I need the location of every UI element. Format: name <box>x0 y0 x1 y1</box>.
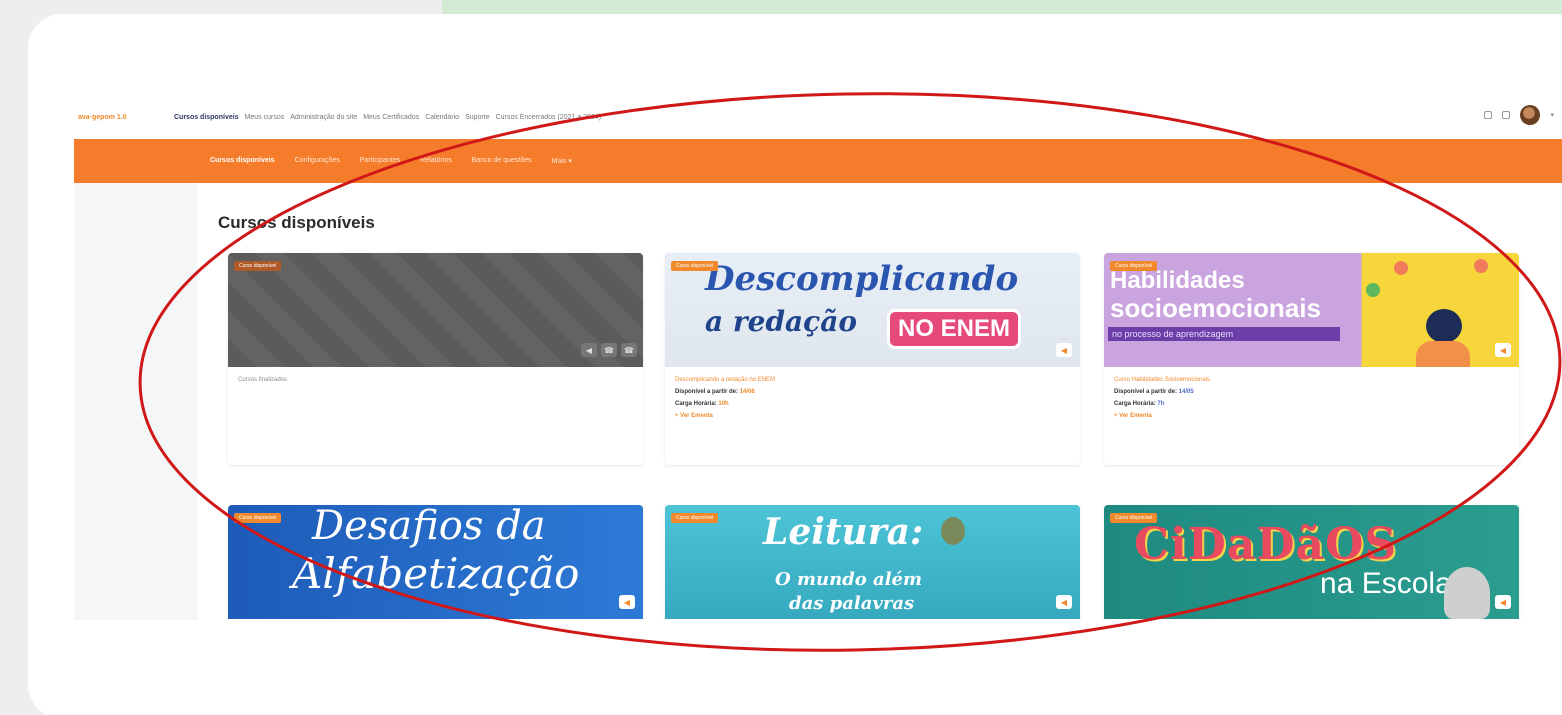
course-card[interactable]: Descomplicando a redação NO ENEM Curso d… <box>665 253 1080 465</box>
banner-title: CiDaDãOS <box>1134 519 1398 570</box>
secondary-navbar: Cursos disponíveis Configurações Partici… <box>74 139 1562 183</box>
course-name[interactable]: Curso Habilidades Socioemocionais <box>1114 377 1509 383</box>
nav-administracao[interactable]: Administração do site <box>290 114 357 121</box>
course-name[interactable]: Cursos finalizados <box>238 377 633 383</box>
tab-relatorios[interactable]: Relatórios <box>420 157 452 165</box>
banner-subtitle: na Escola <box>1320 567 1452 600</box>
availability: Disponível a partir de: 14/06 <box>675 389 1070 395</box>
speaker-icon: ◀ <box>1495 595 1511 609</box>
workload-value: 10h <box>718 401 729 407</box>
status-badge: Curso disponível <box>1110 513 1158 523</box>
nav-calendario[interactable]: Calendário <box>425 114 459 121</box>
ver-ementa-link[interactable]: + Ver Ementa <box>675 413 1070 419</box>
emoji-icon <box>1394 261 1408 275</box>
workload: Carga Horária: 10h <box>675 401 1070 407</box>
banner-tag: NO ENEM <box>887 309 1022 349</box>
banner-subtitle: O mundo além <box>775 569 923 590</box>
nav-suporte[interactable]: Suporte <box>465 114 490 121</box>
site-logo[interactable]: ava·gepom 1.0 <box>78 114 174 121</box>
top-navbar: ava·gepom 1.0 Cursos disponíveis Meus cu… <box>74 95 1562 139</box>
character-body <box>1416 341 1470 367</box>
speaker-icon: ◀ <box>619 595 635 609</box>
nav-cursos-disponiveis[interactable]: Cursos disponíveis <box>174 114 239 121</box>
course-card[interactable]: Curso disponível ◀ ☎ ☎ Cursos finalizado… <box>228 253 643 465</box>
user-area: ▾ <box>1484 105 1554 125</box>
lms-screenshot: ava·gepom 1.0 Cursos disponíveis Meus cu… <box>74 95 1562 620</box>
character-illustration <box>1444 567 1490 619</box>
banner-title: Habilidades <box>1110 267 1245 294</box>
course-card[interactable]: Leitura: O mundo além das palavras Curso… <box>665 505 1080 620</box>
status-badge: Curso disponível <box>671 261 719 271</box>
avatar[interactable] <box>1520 105 1541 125</box>
course-image[interactable]: Desafios da Alfabetização Curso disponív… <box>228 505 643 619</box>
course-name[interactable]: Descomplicando a redação no ENEM <box>675 377 1070 383</box>
course-card[interactable]: Desafios da Alfabetização Curso disponív… <box>228 505 643 620</box>
course-image[interactable]: Curso disponível ◀ ☎ ☎ <box>228 253 643 367</box>
course-image[interactable]: Descomplicando a redação NO ENEM Curso d… <box>665 253 1080 367</box>
banner-title: Desafios da <box>312 505 546 549</box>
ver-ementa-link[interactable]: + Ver Ementa <box>1114 413 1509 419</box>
course-image[interactable]: CiDaDãOS na Escola Curso disponível ◀ <box>1104 505 1519 619</box>
nav-meus-cursos[interactable]: Meus cursos <box>245 114 285 121</box>
nav-certificados[interactable]: Meus Certificados <box>363 114 419 121</box>
course-card[interactable]: Habilidades socioemocionais no processo … <box>1104 253 1519 465</box>
notification-icon[interactable] <box>1484 111 1493 119</box>
tab-configuracoes[interactable]: Configurações <box>295 157 340 165</box>
speaker-icon: ◀ <box>1495 343 1511 357</box>
speaker-icon: ◀ <box>581 343 597 357</box>
globe-icon <box>941 517 965 545</box>
status-badge: Curso disponível <box>234 513 282 523</box>
emoji-icon <box>1474 259 1488 273</box>
speaker-icon: ◀ <box>1056 595 1072 609</box>
tab-mais[interactable]: Mais ▾ <box>552 157 572 165</box>
nav-cursos-encerrados[interactable]: Cursos Encerrados (2021 a 2024) <box>496 114 601 121</box>
top-accent-strip <box>442 0 1562 14</box>
banner-subtitle: Alfabetização <box>292 549 580 598</box>
tab-banco-questoes[interactable]: Banco de questões <box>472 157 532 165</box>
workload-label: Carga Horária: <box>1114 401 1156 407</box>
banner-title: Leitura: <box>763 511 924 553</box>
chevron-down-icon[interactable]: ▾ <box>1550 111 1554 119</box>
emoji-icon <box>1366 283 1380 297</box>
banner-subtitle-2: das palavras <box>789 593 915 614</box>
course-card[interactable]: CiDaDãOS na Escola Curso disponível ◀ <box>1104 505 1519 620</box>
message-icon[interactable] <box>1502 111 1511 119</box>
phone-icon: ☎ <box>621 343 637 357</box>
availability-date: 14/06 <box>739 389 755 395</box>
availability-date: 14/05 <box>1178 389 1194 395</box>
banner-subtitle: socioemocionais <box>1110 293 1321 323</box>
status-badge: Curso disponível <box>1110 261 1158 271</box>
tab-cursos-disponiveis[interactable]: Cursos disponíveis <box>210 157 275 165</box>
workload-label: Carga Horária: <box>675 401 717 407</box>
status-badge: Curso disponível <box>671 513 719 523</box>
phone-icon: ☎ <box>601 343 617 357</box>
page-title: Cursos disponíveis <box>218 213 375 232</box>
workload-value: 7h <box>1157 401 1165 407</box>
main-content: Cursos disponíveis Curso disponível ◀ ☎ … <box>198 183 1562 620</box>
banner-title: Descomplicando <box>705 259 1019 299</box>
top-nav-links: Cursos disponíveis Meus cursos Administr… <box>174 114 601 121</box>
tab-participantes[interactable]: Participantes <box>360 157 400 165</box>
availability-label: Disponível a partir de: <box>675 389 739 395</box>
speaker-icon: ◀ <box>1056 343 1072 357</box>
banner-tagline: no processo de aprendizagem <box>1108 327 1340 341</box>
availability-label: Disponível a partir de: <box>1114 389 1178 395</box>
workload: Carga Horária: 7h <box>1114 401 1509 407</box>
banner-subtitle: a redação <box>705 305 858 338</box>
character-illustration <box>1426 309 1462 343</box>
course-image[interactable]: Habilidades socioemocionais no processo … <box>1104 253 1519 367</box>
availability: Disponível a partir de: 14/05 <box>1114 389 1509 395</box>
status-badge: Curso disponível <box>234 261 282 271</box>
course-image[interactable]: Leitura: O mundo além das palavras Curso… <box>665 505 1080 619</box>
